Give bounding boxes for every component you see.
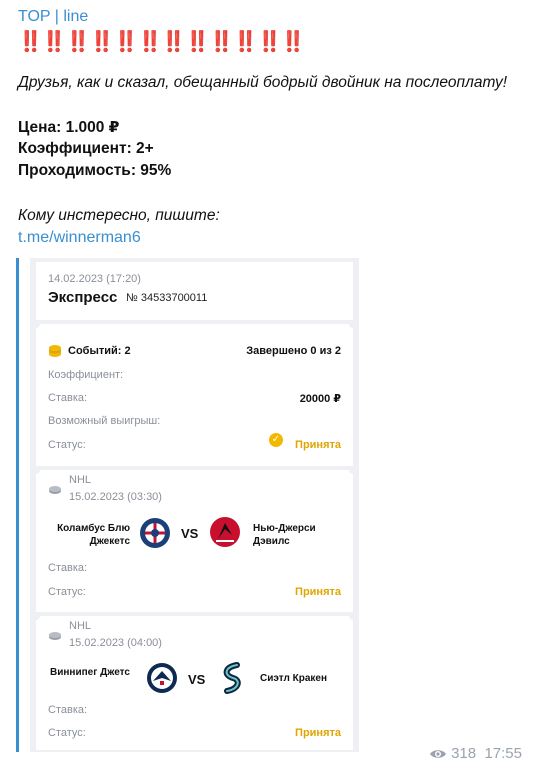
slip-date: 14.02.2023 (17:20): [48, 273, 141, 285]
match-status-label: Статус:: [48, 586, 86, 598]
ticket-notch: [32, 466, 40, 474]
away-team: Нью-Джерси Дэвилс: [253, 523, 316, 547]
versus-label: VS: [188, 672, 206, 687]
home-team: Коламбус Блю Джекетс: [57, 523, 130, 547]
quote-bar: [16, 258, 19, 752]
ticket-notch: [32, 320, 40, 328]
ticket-notch: [32, 612, 40, 620]
message-time: 17:55: [484, 745, 522, 762]
hockey-puck-icon: [49, 632, 61, 640]
stake-label: Ставка:: [48, 392, 88, 404]
league-name: NHL: [69, 474, 92, 486]
status-label: Статус:: [48, 439, 86, 451]
eye-icon: [430, 750, 447, 758]
passability-line: Проходимость: 95%: [18, 162, 172, 179]
home-team: Виннипег Джетс: [50, 667, 130, 678]
match-stake-label: Ставка:: [48, 562, 88, 574]
stake-value: 20000 ₽: [299, 393, 341, 405]
coef-label: Коэффициент:: [48, 369, 124, 381]
completed-count: Завершено 0 из 2: [246, 345, 341, 357]
match-date: 15.02.2023 (04:00): [69, 637, 162, 649]
message-meta: 318 17:55: [429, 745, 522, 762]
slip-summary-card: Событий: 2 Завершено 0 из 2 Коэффициент:…: [36, 324, 353, 466]
view-count: 318: [451, 745, 477, 762]
match-status-value: Принята: [295, 586, 341, 598]
match-status-value: Принята: [295, 727, 341, 739]
hockey-puck-icon: [49, 486, 61, 494]
message-bubble: TOP | line ‼️‼️‼️‼️‼️‼️‼️‼️‼️‼️‼️‼️ Друз…: [0, 0, 544, 768]
ticket-notch: [349, 320, 357, 328]
contact-link[interactable]: t.me/winnerman6: [18, 229, 141, 247]
ticket-notch: [349, 466, 357, 474]
league-name: NHL: [69, 620, 92, 632]
slip-title: Экспресс: [48, 289, 118, 306]
price-line: Цена: 1.000 ₽: [18, 119, 120, 136]
contact-prompt: Кому инстересно, пишите:: [18, 207, 220, 224]
possible-win-label: Возможный выигрыш:: [48, 415, 161, 427]
status-value: Принята: [295, 439, 341, 451]
events-count: Событий: 2: [68, 345, 131, 357]
new-jersey-logo-icon: [210, 517, 240, 547]
coin-stack-icon: [49, 345, 61, 357]
exclamation-emojis: ‼️‼️‼️‼️‼️‼️‼️‼️‼️‼️‼️‼️: [18, 29, 306, 53]
slip-header-card: 14.02.2023 (17:20) Экспресс № 3453370001…: [36, 262, 353, 320]
match-card: NHL 15.02.2023 (04:00) Виннипег Джетс VS…: [36, 616, 353, 750]
seattle-logo-icon: [223, 662, 241, 694]
match-status-label: Статус:: [48, 727, 86, 739]
winnipeg-logo-icon: [147, 663, 177, 693]
check-circle-icon: ✓: [269, 433, 283, 447]
bet-slip-image[interactable]: 14.02.2023 (17:20) Экспресс № 3453370001…: [30, 258, 359, 752]
match-card: NHL 15.02.2023 (03:30) Коламбус Блю Джек…: [36, 470, 353, 612]
away-team: Сиэтл Кракен: [260, 673, 328, 684]
intro-text: Друзья, как и сказал, обещанный бодрый д…: [18, 74, 508, 91]
channel-name[interactable]: TOP | line: [18, 8, 88, 26]
versus-label: VS: [181, 526, 199, 541]
slip-number: № 34533700011: [126, 292, 208, 304]
columbus-logo-icon: [140, 518, 170, 548]
coefficient-line: Коэффициент: 2+: [18, 140, 154, 157]
match-stake-label: Ставка:: [48, 704, 88, 716]
ticket-notch: [349, 612, 357, 620]
match-date: 15.02.2023 (03:30): [69, 491, 162, 503]
